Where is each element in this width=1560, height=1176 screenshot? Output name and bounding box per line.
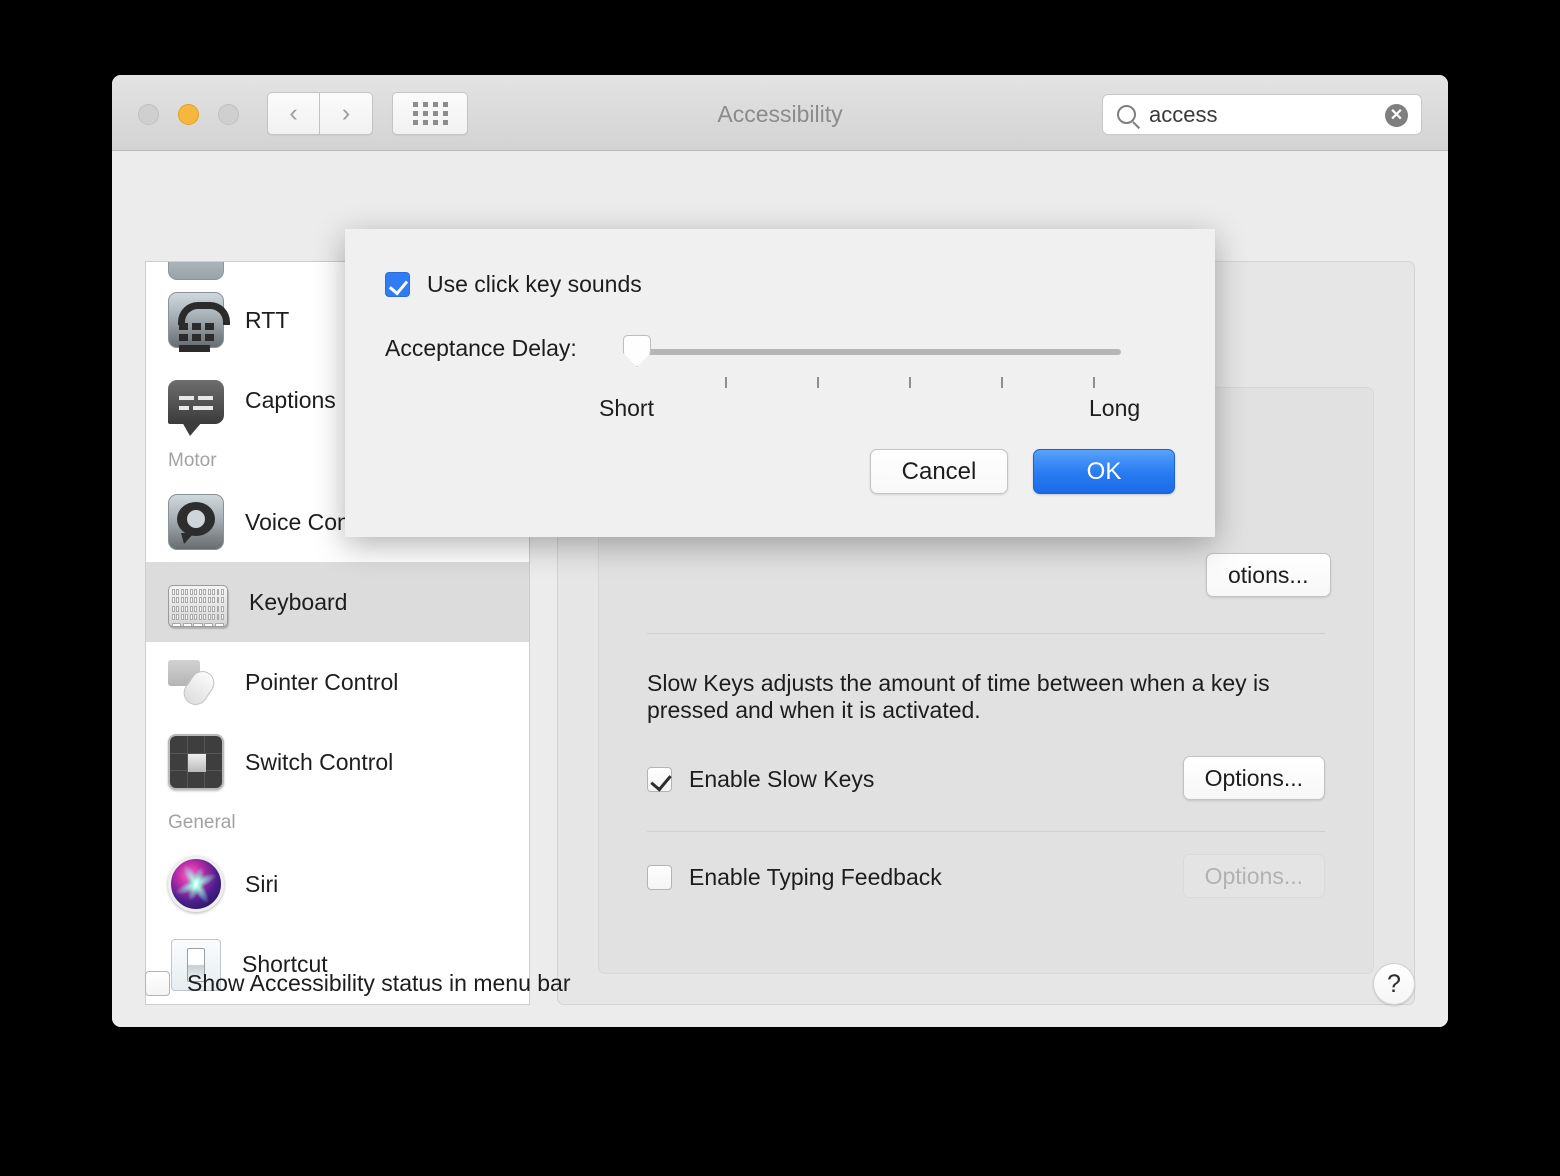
divider [647,831,1325,832]
slider-tick [1093,377,1095,388]
enable-slow-keys-row[interactable]: Enable Slow Keys [647,766,874,793]
divider [647,633,1325,634]
sidebar-item-siri[interactable]: Siri [146,844,529,924]
captions-icon [168,380,224,436]
pointer-control-icon [168,654,224,710]
show-accessibility-status-checkbox[interactable] [145,970,170,996]
sidebar-item-label: Keyboard [249,588,348,615]
voice-control-icon [168,494,224,550]
footer-bar: Show Accessibility status in menu bar [145,961,1415,1005]
clear-search-icon[interactable]: ✕ [1385,104,1408,127]
enable-slow-keys-checkbox[interactable] [647,767,672,792]
search-input[interactable]: access [1149,102,1217,128]
search-icon [1117,105,1136,124]
sidebar-item-label: Switch Control [245,748,394,775]
slider-track[interactable] [631,349,1121,355]
enable-typing-feedback-label: Enable Typing Feedback [689,864,942,890]
slider-tick [909,377,911,388]
sidebar-item-label: Pointer Control [245,668,399,695]
window-body: RTT Captions Motor Voice Control Keyboar… [112,151,1448,1027]
sidebar-item-switch-control[interactable]: Switch Control [146,722,529,802]
slow-keys-options-sheet: Use click key sounds Acceptance Delay: S… [345,229,1215,537]
sidebar-item-pointer-control[interactable]: Pointer Control [146,642,529,722]
slider-tick [725,377,727,388]
cancel-button[interactable]: Cancel [870,449,1008,494]
switch-control-icon [168,734,224,790]
siri-icon [168,856,224,912]
rtt-icon [168,292,230,352]
enable-slow-keys-label: Enable Slow Keys [689,766,875,792]
keyboard-icon [168,585,228,627]
slider-tick [1001,377,1003,388]
slider-min-label: Short [599,395,654,421]
slow-keys-description: Slow Keys adjusts the amount of time bet… [647,670,1270,724]
search-field[interactable]: access ✕ [1102,94,1422,135]
slow-keys-options-button[interactable]: Options... [1182,756,1325,800]
sidebar-item-keyboard[interactable]: Keyboard [146,562,529,642]
use-click-key-sounds-row[interactable]: Use click key sounds [385,271,642,298]
sidebar-item-label: RTT [245,306,290,333]
show-accessibility-status-label: Show Accessibility status in menu bar [187,969,571,996]
sidebar-item-label: Siri [245,870,279,897]
enable-typing-feedback-checkbox[interactable] [647,865,672,890]
use-click-key-sounds-label: Use click key sounds [427,271,642,297]
system-preferences-window: ‹ › Accessibility access ✕ RTT Captions … [112,75,1448,1027]
acceptance-delay-label: Acceptance Delay: [385,335,577,361]
ok-button[interactable]: OK [1033,449,1175,494]
sticky-keys-options-button[interactable]: otions... [1206,553,1331,597]
sidebar-item-label: Captions [245,386,336,413]
slider-tick [817,377,819,388]
slider-max-label: Long [1089,395,1141,421]
help-button[interactable]: ? [1373,963,1415,1005]
use-click-key-sounds-checkbox[interactable] [385,272,410,297]
typing-feedback-options-button: Options... [1182,854,1325,898]
enable-typing-feedback-row[interactable]: Enable Typing Feedback [647,864,942,891]
partial-icon [168,262,224,280]
sidebar-section-general: General [168,812,236,833]
window-titlebar: ‹ › Accessibility access ✕ [112,75,1448,151]
slider-thumb[interactable] [623,335,651,367]
